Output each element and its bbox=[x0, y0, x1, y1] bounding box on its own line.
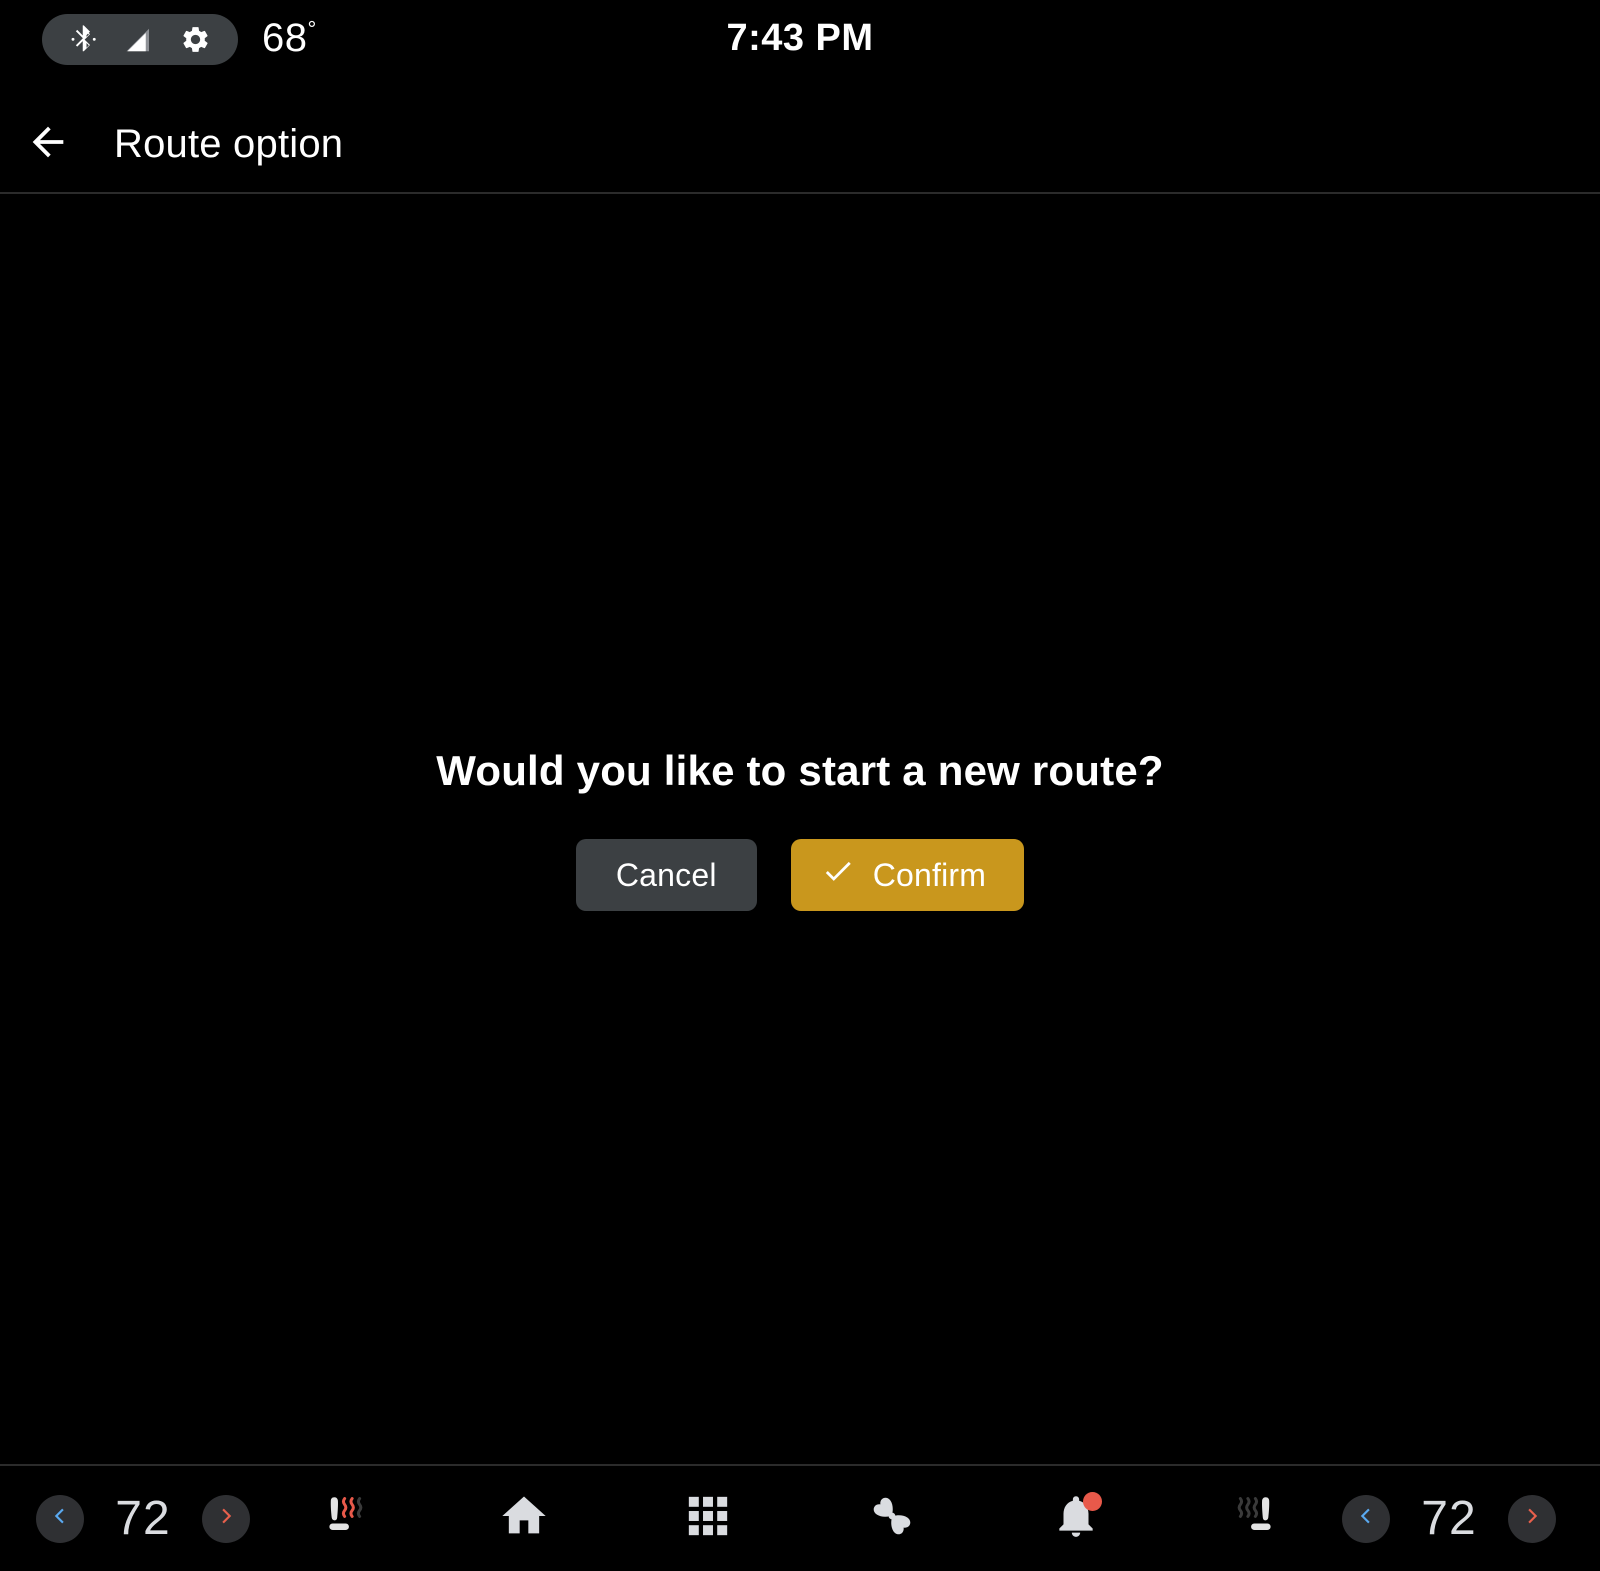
chevron-right-icon bbox=[1519, 1503, 1545, 1534]
arrow-left-icon bbox=[25, 119, 71, 170]
apps-grid-icon bbox=[685, 1493, 731, 1544]
confirm-button-label: Confirm bbox=[872, 856, 987, 893]
status-clock: 7:43 PM bbox=[726, 17, 874, 59]
driver-temp-value: 72 bbox=[115, 1492, 171, 1545]
driver-temp-decrease-button[interactable] bbox=[36, 1494, 84, 1543]
heated-seat-icon bbox=[317, 1485, 379, 1552]
passenger-temp-value: 72 bbox=[1421, 1492, 1477, 1545]
passenger-temp-increase-button[interactable] bbox=[1508, 1494, 1556, 1543]
page-title: Route option bbox=[114, 121, 344, 166]
check-icon bbox=[821, 854, 855, 896]
content-area: Would you like to start a new route? Can… bbox=[0, 194, 1600, 1464]
notification-badge bbox=[1083, 1491, 1102, 1511]
confirm-route-dialog: Would you like to start a new route? Can… bbox=[0, 194, 1600, 1464]
home-button[interactable] bbox=[488, 1483, 560, 1555]
chevron-left-icon bbox=[1353, 1503, 1379, 1534]
confirm-button[interactable]: Confirm bbox=[790, 839, 1025, 911]
passenger-temp-decrease-button[interactable] bbox=[1342, 1494, 1390, 1543]
home-icon bbox=[498, 1490, 550, 1547]
app-header: Route option bbox=[0, 96, 1600, 192]
back-button[interactable] bbox=[0, 96, 96, 192]
climate-button[interactable] bbox=[856, 1483, 928, 1555]
notifications-button[interactable] bbox=[1040, 1483, 1112, 1555]
passenger-temperature-control: 72 bbox=[1342, 1491, 1556, 1546]
chevron-right-icon bbox=[213, 1503, 239, 1534]
dialog-buttons: Cancel Confirm bbox=[575, 839, 1025, 911]
cancel-button[interactable]: Cancel bbox=[575, 839, 757, 911]
chevron-left-icon bbox=[47, 1503, 73, 1534]
driver-temperature-control: 72 bbox=[36, 1491, 250, 1546]
heated-seat-icon bbox=[1221, 1485, 1283, 1552]
driver-temp-increase-button[interactable] bbox=[202, 1494, 250, 1543]
apps-button[interactable] bbox=[672, 1483, 744, 1555]
passenger-heated-seat-button[interactable] bbox=[1210, 1480, 1294, 1558]
bottom-bar: 72 72 bbox=[0, 1466, 1600, 1571]
fan-icon bbox=[865, 1489, 919, 1548]
nav-icons bbox=[390, 1483, 1210, 1555]
cancel-button-label: Cancel bbox=[615, 856, 717, 893]
driver-heated-seat-button[interactable] bbox=[306, 1480, 390, 1558]
status-bar: 68° 7:43 PM bbox=[0, 0, 1600, 78]
dialog-message: Would you like to start a new route? bbox=[436, 747, 1164, 794]
